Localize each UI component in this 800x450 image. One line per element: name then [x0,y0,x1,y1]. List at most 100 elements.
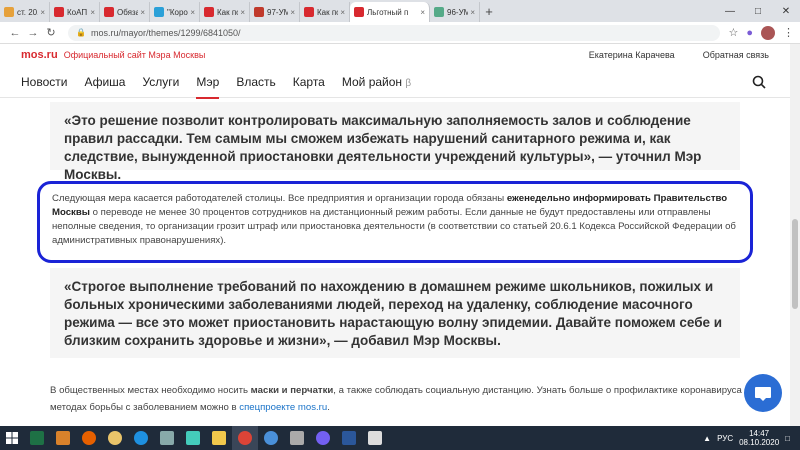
nav-item-label: Власть [236,74,276,89]
tab-label: Как подат [217,7,238,17]
nav-item[interactable]: Новости [21,66,67,98]
bottom-paragraph: В общественных местах необходимо носить … [50,382,770,416]
nav-item[interactable]: Власть [236,66,275,98]
tab-close-icon[interactable]: × [40,8,45,17]
browser-tab[interactable]: 96-УМ(2).p× [430,2,480,22]
tab-label: Как получи [317,7,338,17]
tab-close-icon[interactable]: × [90,8,95,17]
search-icon[interactable] [752,75,766,89]
windows-start-icon[interactable] [0,426,24,450]
nav-item[interactable]: Услуги [142,66,179,98]
tray-icons[interactable]: ▲ [703,434,711,443]
back-icon[interactable]: ← [6,27,24,39]
star-icon[interactable]: ☆ [728,26,738,39]
favicon-icon [104,7,114,17]
taskbar: ▲ РУС 14:47 08.10.2020 □ [0,426,800,450]
page-content: mos.ru Официальный сайт Мэра Москвы Екат… [0,44,790,426]
viber-icon[interactable] [310,426,336,450]
nav-item-label: Услуги [142,74,180,89]
special-project-link[interactable]: спецпроекте mos.ru [239,402,327,413]
firefox-icon[interactable] [76,426,102,450]
app-icon[interactable] [50,426,76,450]
tab-close-icon[interactable]: × [190,8,195,17]
user-name-link[interactable]: Екатерина Карачева [589,50,675,60]
chat-icon [755,387,771,401]
clock[interactable]: 14:47 08.10.2020 [739,429,779,447]
tab-close-icon[interactable]: × [140,8,145,17]
address-bar: ← → ↻ 🔒 mos.ru/mayor/themes/1299/6841050… [0,22,800,44]
favicon-icon [434,7,444,17]
close-icon[interactable]: ✕ [772,6,800,17]
tab-close-icon[interactable]: × [340,8,345,17]
nav-item[interactable]: Мой район β [342,66,411,98]
browser-tab[interactable]: 97-УМ-fjlm× [250,2,300,22]
favicon-icon [304,7,314,17]
ie-icon[interactable] [128,426,154,450]
app-icon-2[interactable] [154,426,180,450]
excel-icon[interactable] [24,426,50,450]
site-header: mos.ru Официальный сайт Мэра Москвы Екат… [0,44,790,66]
clock-time: 14:47 [749,429,770,438]
site-tagline[interactable]: Официальный сайт Мэра Москвы [64,50,206,60]
favicon-icon [4,7,14,17]
tab-label: ст. 20.6.1 ко [17,7,39,17]
nav-item[interactable]: Карта [293,66,325,98]
new-tab-button[interactable]: + [480,2,498,22]
tab-label: 96-УМ(2).p [447,7,469,17]
browser-tab[interactable]: Как получи× [300,2,350,22]
chrome-icon[interactable] [232,426,258,450]
browser-tab[interactable]: Льготный п × [350,2,430,22]
bottom-bold: маски и перчатки [250,385,334,396]
tab-label: Обязательн [117,7,139,17]
browser-tab[interactable]: Обязательн× [100,2,150,22]
bottom-text: В общественных местах необходимо носить [50,385,251,396]
maximize-icon[interactable]: □ [744,6,772,17]
highlighted-paragraph: Следующая мера касается работодателей ст… [37,181,753,263]
extension-icon[interactable]: ● [746,27,753,39]
feedback-link[interactable]: Обратная связь [703,50,769,60]
app-icon-4[interactable] [258,426,284,450]
scrollbar-thumb[interactable] [792,219,798,309]
tab-close-icon[interactable]: × [290,8,295,17]
quote-block: «Это решение позволит контролировать мак… [50,102,740,182]
favicon-icon [354,7,364,17]
browser-tab-bar: ст. 20.6.1 ко×КоАП РФ Ст×Обязательн×"Кор… [0,0,800,22]
paint-icon[interactable] [102,426,128,450]
tab-label: 97-УМ-fjlm [267,7,289,17]
paragraph-text: Следующая мера касается работодателей ст… [52,193,507,204]
nav-item-label: Афиша [84,74,126,89]
tab-close-icon[interactable]: × [470,8,475,17]
avatar[interactable] [761,25,775,40]
paragraph-text-2: о переводе не менее 30 процентов сотрудн… [52,207,736,246]
browser-tab[interactable]: ст. 20.6.1 ко× [0,2,50,22]
browser-tab[interactable]: "Коронавир× [150,2,200,22]
reload-icon[interactable]: ↻ [42,26,60,39]
app-icon-5[interactable] [284,426,310,450]
url-field[interactable]: 🔒 mos.ru/mayor/themes/1299/6841050/ [68,24,721,41]
browser-tab[interactable]: Как подат× [200,2,250,22]
word-icon[interactable] [336,426,362,450]
tab-close-icon[interactable]: × [240,8,245,17]
nav-item[interactable]: Афиша [84,66,125,98]
menu-icon[interactable]: ⋮ [783,26,794,39]
system-tray: ▲ РУС 14:47 08.10.2020 □ [703,429,800,447]
nav-item[interactable]: Мэр [196,66,220,99]
browser-tab[interactable]: КоАП РФ Ст× [50,2,100,22]
chat-button[interactable] [744,374,782,412]
scrollbar[interactable] [790,44,800,426]
lang-indicator[interactable]: РУС [717,434,733,443]
beta-badge: β [405,77,412,89]
favicon-icon [54,7,64,17]
notifications-icon[interactable]: □ [785,434,790,443]
app-icon-3[interactable] [180,426,206,450]
app-icon-6[interactable] [362,426,388,450]
nav-item-label: Мэр [196,74,220,89]
site-logo[interactable]: mos.ru [21,49,58,61]
minimize-icon[interactable]: — [716,6,744,17]
forward-icon[interactable]: → [24,27,42,39]
url-text: mos.ru/mayor/themes/1299/6841050/ [90,27,241,38]
quote-block-2: «Строгое выполнение требований по нахожд… [50,268,740,358]
explorer-icon[interactable] [206,426,232,450]
tab-close-icon[interactable]: × [420,8,425,17]
tab-label: Льготный п [367,7,409,17]
